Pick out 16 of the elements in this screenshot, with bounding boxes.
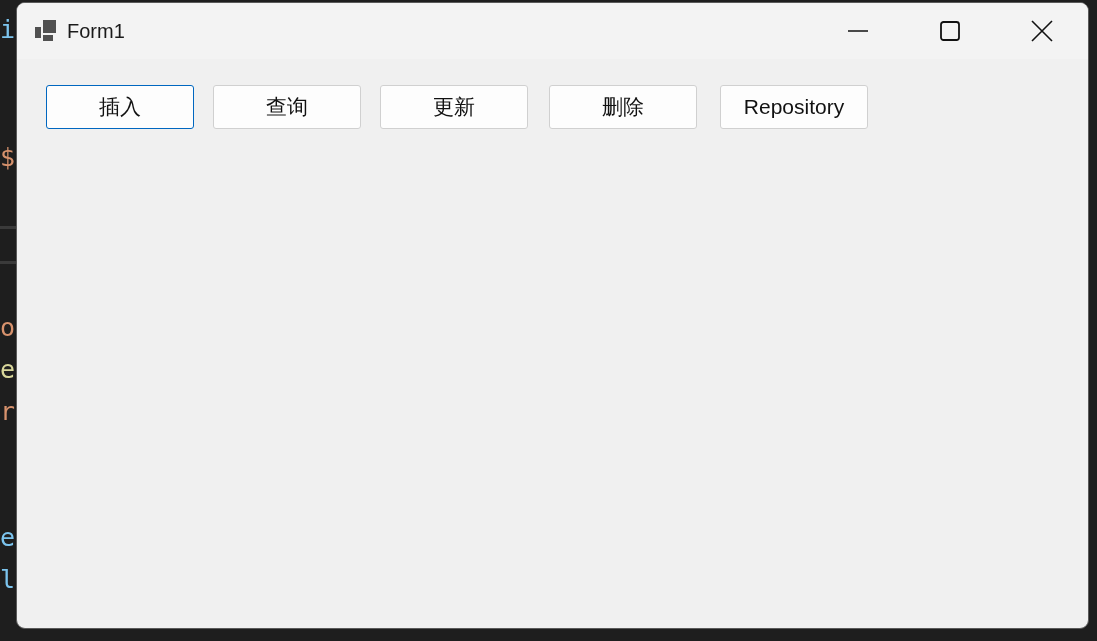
action-button[interactable]: 查询 bbox=[213, 85, 361, 129]
code-text: e bbox=[0, 523, 16, 553]
close-icon[interactable] bbox=[1031, 20, 1053, 42]
app-icon bbox=[34, 19, 58, 43]
window-title: Form1 bbox=[67, 19, 125, 43]
maximize-icon[interactable] bbox=[940, 21, 960, 41]
action-button[interactable]: 删除 bbox=[549, 85, 697, 129]
code-text: o bbox=[0, 313, 16, 343]
code-text: $ bbox=[0, 143, 16, 173]
action-button[interactable]: 更新 bbox=[380, 85, 528, 129]
code-text: l bbox=[0, 565, 16, 595]
code-text: e bbox=[0, 355, 16, 385]
action-button[interactable]: 插入 bbox=[46, 85, 194, 129]
code-text: r bbox=[0, 397, 16, 427]
code-text: i bbox=[0, 15, 16, 45]
action-button[interactable]: Repository bbox=[720, 85, 868, 129]
